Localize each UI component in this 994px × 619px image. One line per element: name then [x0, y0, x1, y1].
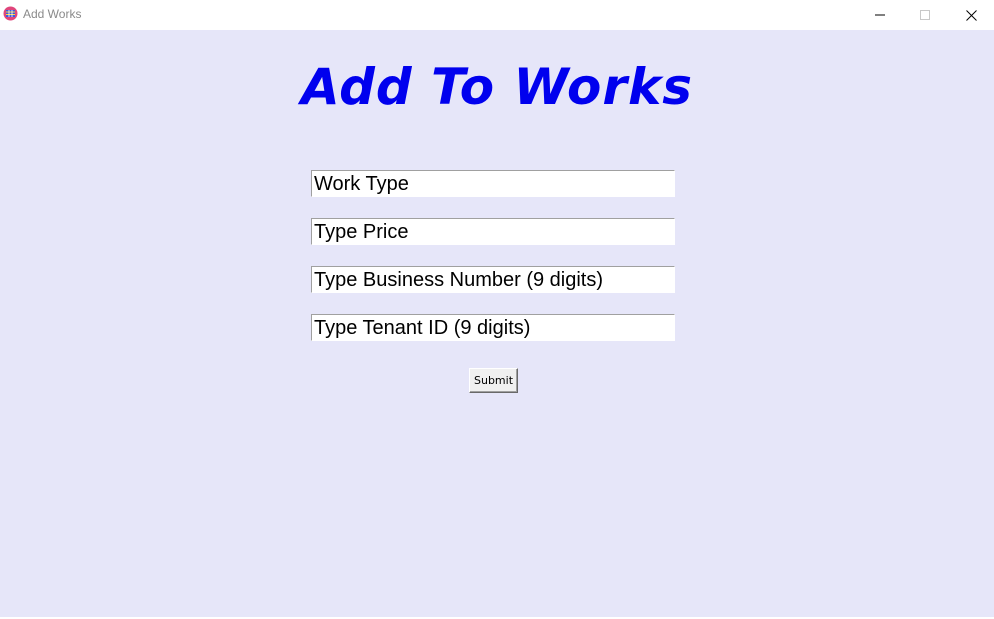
minimize-icon: [875, 14, 885, 16]
title-bar[interactable]: Add Works: [0, 0, 994, 30]
app-window: Add Works Add To Works Submit: [0, 0, 994, 619]
work-type-input[interactable]: [311, 170, 675, 197]
page-title: Add To Works: [300, 58, 693, 116]
tenant-id-input[interactable]: [311, 314, 675, 341]
business-number-input[interactable]: [311, 266, 675, 293]
maximize-button[interactable]: [902, 0, 948, 30]
close-button[interactable]: [948, 0, 994, 30]
feather-app-icon: [3, 6, 18, 21]
window-title: Add Works: [23, 7, 82, 21]
maximize-icon: [920, 10, 930, 20]
minimize-button[interactable]: [857, 0, 903, 30]
close-icon: [965, 9, 977, 21]
price-input[interactable]: [311, 218, 675, 245]
submit-button[interactable]: Submit: [469, 368, 518, 393]
form-area: Add To Works Submit: [0, 30, 994, 617]
